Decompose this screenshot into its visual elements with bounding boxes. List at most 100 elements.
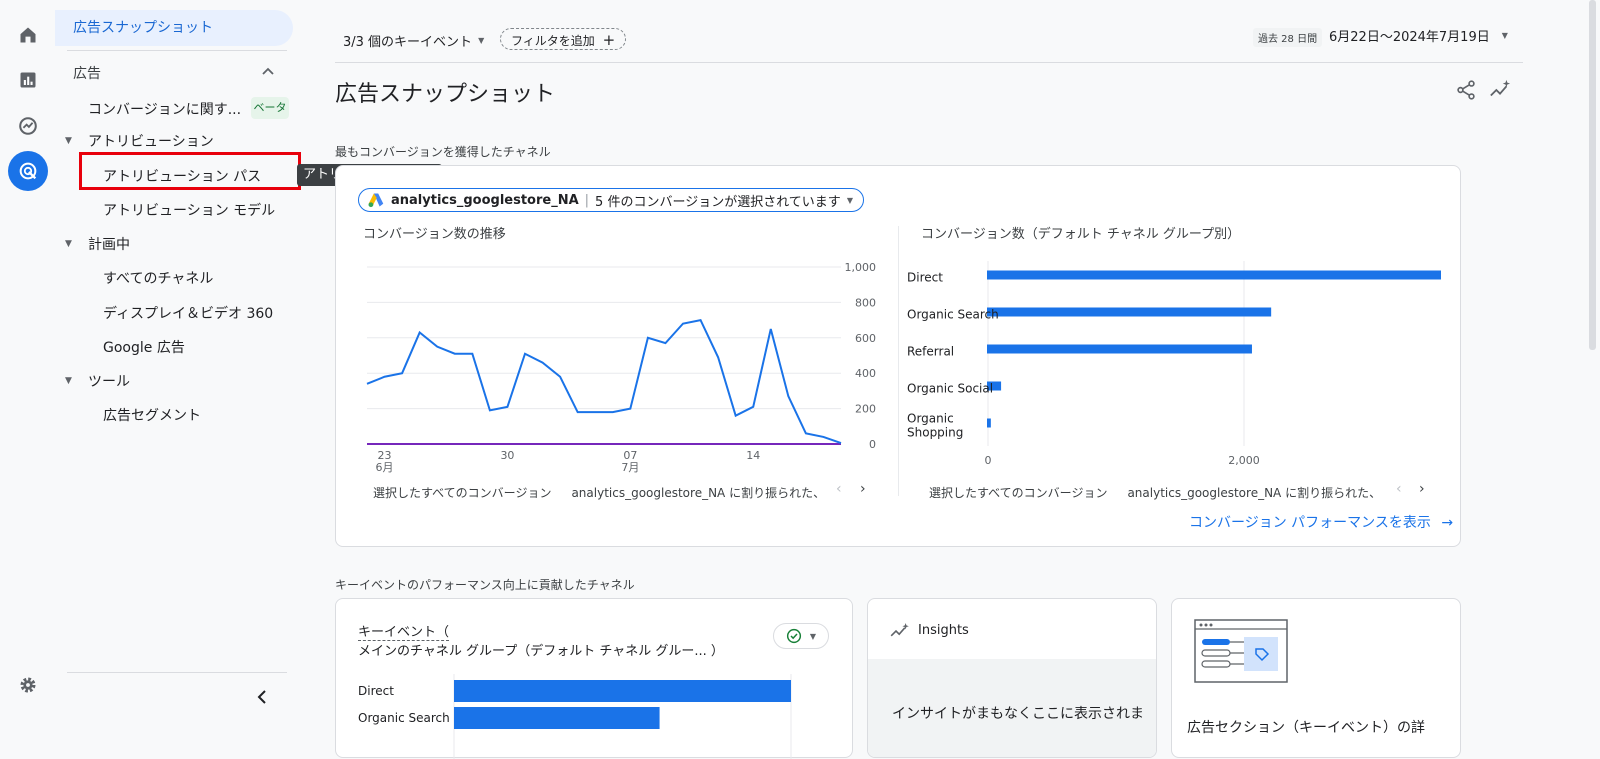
sidebar-item-all-channels[interactable]: すべてのチャネル (103, 268, 213, 288)
series-line-0 (366, 318, 842, 445)
insights-header: Insights (868, 599, 1156, 660)
x-tick-label: 30 (500, 449, 514, 462)
x-month-label: 7月 (621, 461, 639, 474)
card-divider (898, 226, 899, 496)
ads-section-text: 広告セクション（キーイベント）の詳 (1187, 720, 1425, 736)
section-label: キーイベントのパフォーマンス向上に貢献したチャネル (335, 578, 635, 592)
explore-icon[interactable] (8, 106, 48, 146)
insights-body: インサイトがまもなくここに表示されま (868, 659, 1156, 757)
period-label: 過去 28 日間 (1253, 28, 1323, 47)
caret-down-icon: ▼ (1501, 31, 1508, 40)
bar-1 (987, 307, 1272, 317)
bar-0 (454, 680, 791, 702)
beta-badge: ベータ (251, 97, 289, 119)
view-conversion-performance-link[interactable]: コンバージョン パフォーマンスを表示 → (1189, 512, 1453, 532)
insights-title: Insights (918, 623, 969, 638)
settings-gear-icon[interactable] (8, 665, 48, 705)
sidebar-item-display-video-360[interactable]: ディスプレイ＆ビデオ 360 (103, 303, 273, 323)
line-chart-legend: 選択したすべてのコンバージョン analytics_googlestore_NA… (367, 484, 822, 501)
key-event-card: キーイベント（ メインのチャネル グループ（デフォルト チャネル グルー... … (335, 598, 853, 759)
y-tick-label: 400 (855, 367, 876, 380)
x-month-label: 6月 (376, 461, 394, 474)
y-tick-label: 600 (855, 332, 876, 345)
share-icon[interactable] (1455, 79, 1477, 101)
category-label: Referral (907, 345, 954, 359)
legend-assigned: analytics_googlestore_NA に割り振られた、選択 (571, 486, 822, 500)
arrow-right-icon: → (1441, 515, 1454, 531)
nav-rail (0, 0, 56, 738)
sidebar-item-google-ads[interactable]: Google 広告 (103, 337, 185, 357)
insights-sparkle-icon (890, 623, 909, 637)
y-tick-label: 800 (855, 296, 876, 309)
sidebar-divider (67, 50, 287, 51)
key-event-title[interactable]: キーイベント（ (358, 621, 450, 641)
category-label: Organic Search (358, 711, 450, 725)
caret-down-icon: ▼ (478, 36, 485, 45)
sidebar-section-ads[interactable]: 広告 (73, 63, 101, 83)
category-label: Organic Search (907, 308, 999, 322)
check-circle-icon (786, 628, 801, 644)
reports-icon[interactable] (8, 60, 48, 100)
legend-prev-icon[interactable]: ‹ (836, 481, 842, 497)
category-label: Direct (907, 271, 943, 285)
sidebar-item-ads-snapshot[interactable]: 広告スナップショット (55, 10, 293, 46)
sidebar-group-planning[interactable]: 計画中 (88, 234, 130, 254)
chevron-up-icon[interactable] (261, 66, 275, 76)
legend-next-icon[interactable]: › (1419, 481, 1425, 497)
sidebar-item-conversion[interactable]: コンバージョンに関す... (88, 99, 241, 119)
y-tick-label: 200 (855, 403, 876, 416)
sidebar-group-tools[interactable]: ツール (88, 371, 130, 391)
ads-illustration-icon (1194, 619, 1288, 683)
scrollbar[interactable] (1589, 0, 1596, 350)
sidebar-item-ad-segments[interactable]: 広告セグメント (103, 405, 201, 425)
y-tick-label: 1,000 (845, 261, 877, 274)
add-filter-button[interactable]: フィルタを追加 + (500, 28, 627, 50)
main-content: 3/3 個のキーイベント ▼ フィルタを追加 + 過去 28 日間 6月22日～… (300, 0, 1600, 759)
bar-4 (987, 418, 991, 428)
sidebar-divider (67, 672, 287, 673)
status-dropdown[interactable]: ▼ (773, 623, 829, 649)
section-label: 最もコンバージョンを獲得したチャネル (335, 145, 551, 159)
y-tick-label: 0 (869, 438, 876, 451)
insights-sparkle-icon[interactable] (1488, 79, 1512, 101)
x-tick-label: 14 (746, 449, 760, 462)
bar-1 (454, 707, 660, 729)
date-range-text: 6月22日～2024年7月19日 (1329, 30, 1490, 45)
caret-down-icon[interactable]: ▼ (65, 376, 72, 386)
insights-message: インサイトがまもなくここに表示されま (892, 706, 1144, 722)
add-filter-label: フィルタを追加 (511, 34, 595, 48)
bar-0 (987, 270, 1441, 280)
conversions-by-channel-bar-chart: 02,0004,0006,000DirectOrganic SearchRefe… (907, 261, 1441, 467)
bar-2 (987, 344, 1252, 354)
conversions-line-chart: 02004006008001,00023 30 07 146月 7月 (366, 261, 877, 474)
legend-assigned: analytics_googlestore_NA に割り振られた、選択 (1127, 486, 1378, 500)
key-event-bar-chart: Direct Organic Search (358, 674, 792, 759)
toolbar: 3/3 個のキーイベント ▼ フィルタを追加 + 過去 28 日間 6月22日～… (335, 20, 1523, 63)
legend-next-icon[interactable]: › (860, 481, 866, 497)
legend-prev-icon[interactable]: ‹ (1396, 481, 1402, 497)
advertising-icon[interactable] (8, 151, 48, 191)
category-label: Direct (358, 684, 394, 698)
collapse-chevron-left-icon[interactable] (255, 689, 269, 705)
caret-down-icon[interactable]: ▼ (65, 136, 72, 146)
x-tick-label: 2,000 (1228, 454, 1260, 467)
insights-card: Insights インサイトがまもなくここに表示されま (867, 598, 1157, 758)
key-events-label: 3/3 個のキーイベント (343, 35, 473, 50)
bar-chart-legend: 選択したすべてのコンバージョン analytics_googlestore_NA… (923, 484, 1378, 501)
legend-all-conversions: 選択したすべてのコンバージョン (929, 486, 1108, 500)
highlight-box (79, 152, 301, 190)
caret-down-icon[interactable]: ▼ (65, 239, 72, 249)
ads-section-card: 広告セクション（キーイベント）の詳 (1171, 598, 1461, 758)
date-range-picker[interactable]: 6月22日～2024年7月19日 ▼ (1329, 26, 1508, 45)
category-label: Organic Social (907, 382, 993, 396)
home-icon[interactable] (8, 15, 48, 55)
sidebar-item-attribution-models[interactable]: アトリビューション モデル (103, 200, 275, 220)
key-event-title-line1: キーイベント（ (358, 625, 450, 641)
view-performance-label: コンバージョン パフォーマンスを表示 (1189, 515, 1431, 531)
channel-group-selector[interactable]: メインのチャネル グループ（デフォルト チャネル グルー... ） (358, 640, 724, 659)
key-events-selector[interactable]: 3/3 個のキーイベント ▼ (343, 31, 484, 50)
category-label: Organic (907, 412, 954, 426)
sidebar-group-attribution[interactable]: アトリビューション (88, 131, 214, 151)
page-title: 広告スナップショット (335, 82, 556, 107)
plus-icon: + (602, 31, 616, 49)
